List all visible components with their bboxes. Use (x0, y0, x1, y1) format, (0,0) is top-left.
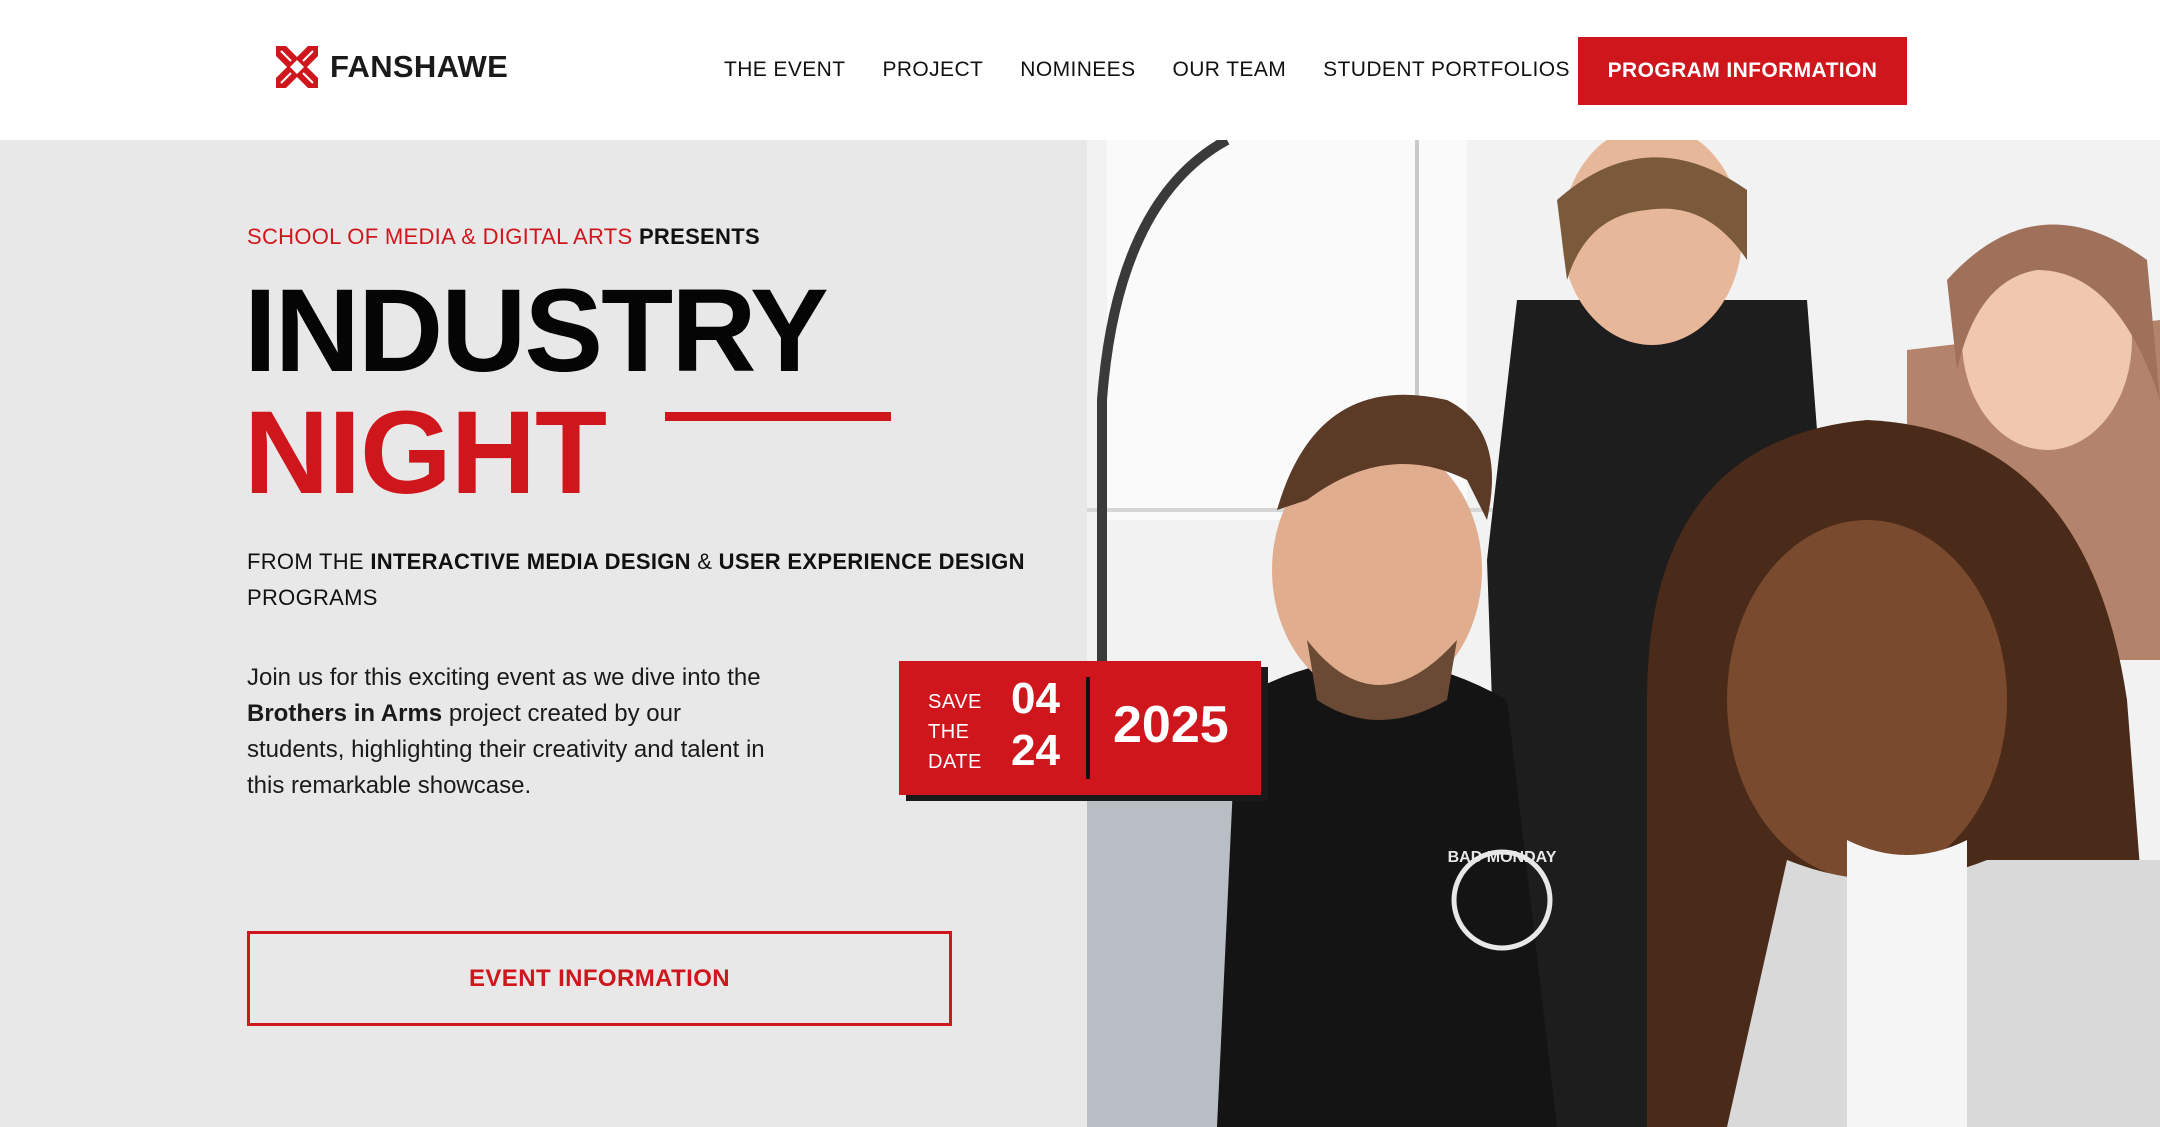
programs-suffix: PROGRAMS (247, 585, 378, 610)
programs-line: FROM THE INTERACTIVE MEDIA DESIGN & USER… (247, 544, 1025, 616)
save-word: SAVE (928, 691, 982, 713)
logo-wordmark: FANSHAWE (330, 49, 509, 84)
event-year: 2025 (1113, 696, 1229, 754)
program-information-button[interactable]: PROGRAM INFORMATION (1578, 37, 1907, 105)
nav-project[interactable]: PROJECT (882, 58, 983, 82)
fanshawe-logo[interactable]: FANSHAWE (270, 40, 508, 94)
fanshawe-logo-icon (276, 46, 318, 88)
hero-photo: BAD MONDAY (1087, 140, 2160, 1127)
event-information-button[interactable]: EVENT INFORMATION (247, 931, 952, 1026)
nav-nominees[interactable]: NOMINEES (1020, 58, 1135, 82)
programs-ampersand: & (697, 549, 713, 574)
the-word: THE (928, 721, 970, 743)
school-name: SCHOOL OF MEDIA & DIGITAL ARTS (247, 224, 633, 249)
hero-title-line1: INDUSTRY (244, 265, 829, 397)
nav-the-event[interactable]: THE EVENT (724, 58, 845, 82)
programs-prefix: FROM THE (247, 549, 364, 574)
nav-our-team[interactable]: OUR TEAM (1172, 58, 1286, 82)
event-day: 24 (1011, 726, 1060, 775)
hero-description: Join us for this exciting event as we di… (247, 660, 777, 804)
desc-project-name: Brothers in Arms (247, 700, 443, 727)
main-nav: THE EVENT PROJECT NOMINEES OUR TEAM STUD… (724, 0, 1570, 140)
save-the-date-badge: SAVE THE DATE 04 24 2025 (899, 661, 1261, 795)
save-the-date-label: SAVE THE DATE (928, 687, 982, 777)
date-divider (1086, 677, 1090, 779)
hero-eyebrow: SCHOOL OF MEDIA & DIGITAL ARTS PRESENTS (247, 224, 760, 250)
program-interactive-media: INTERACTIVE MEDIA DESIGN (370, 549, 691, 574)
desc-before: Join us for this exciting event as we di… (247, 664, 761, 691)
title-accent-rule (665, 412, 891, 421)
site-header: FANSHAWE THE EVENT PROJECT NOMINEES OUR … (0, 0, 2160, 140)
hero-title-line2: NIGHT (244, 387, 607, 519)
date-word: DATE (928, 751, 982, 773)
program-user-experience: USER EXPERIENCE DESIGN (718, 549, 1025, 574)
nav-student-portfolios[interactable]: STUDENT PORTFOLIOS (1323, 58, 1570, 82)
students-photo-illustration: BAD MONDAY (1087, 140, 2160, 1127)
event-month: 04 (1011, 674, 1060, 723)
event-month-day: 04 24 (1011, 673, 1060, 777)
presents-word: PRESENTS (638, 224, 760, 249)
shirt-print-text: BAD MONDAY (1448, 849, 1557, 866)
